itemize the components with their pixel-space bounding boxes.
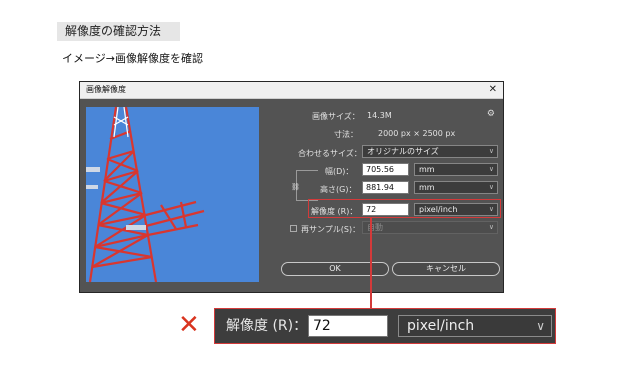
image-size-value: 14.3M	[367, 111, 392, 120]
close-icon[interactable]: ✕	[489, 82, 497, 97]
tower-image	[86, 107, 259, 282]
height-label: 高さ(G)：	[320, 185, 357, 194]
cancel-button[interactable]: キャンセル	[392, 262, 500, 276]
height-input[interactable]: 881.94	[362, 181, 409, 194]
page-subheading: イメージ→画像解像度を確認	[62, 52, 203, 65]
zoom-resolution-unit-value: pixel/inch	[407, 318, 475, 334]
chevron-down-icon: ∨	[488, 183, 494, 191]
resample-label: 再サンプル(S)：	[301, 225, 361, 234]
zoom-resolution-input: 72	[308, 315, 388, 337]
link-bracket-top	[296, 170, 318, 171]
dialog-titlebar: 画像解像度 ✕	[80, 82, 503, 99]
width-unit-select[interactable]: mm ∨	[414, 163, 498, 176]
resample-select: 自動 ∨	[362, 221, 498, 234]
resample-checkbox[interactable]	[290, 225, 297, 232]
fit-label: 合わせるサイズ：	[298, 149, 362, 158]
dialog-title: 画像解像度	[86, 85, 126, 94]
width-label: 幅(D)：	[325, 167, 354, 176]
gear-icon[interactable]: ⚙	[487, 109, 495, 119]
zoom-resolution-label: 解像度 (R)：	[226, 318, 308, 334]
width-input[interactable]: 705.56	[362, 163, 409, 176]
image-size-label: 画像サイズ：	[312, 112, 360, 121]
dimensions-label: 寸法：	[334, 130, 358, 139]
height-unit-select[interactable]: mm ∨	[414, 181, 498, 194]
height-unit-value: mm	[419, 183, 435, 192]
chevron-down-icon: ∨	[488, 223, 494, 231]
resolution-unit-select[interactable]: pixel/inch ∨	[414, 203, 498, 216]
image-preview	[86, 107, 259, 282]
resolution-unit-value: pixel/inch	[419, 205, 458, 214]
resolution-label: 解像度 (R)：	[311, 207, 358, 216]
page-heading: 解像度の確認方法	[57, 22, 180, 41]
callout-connector	[370, 217, 372, 309]
chevron-down-icon: ∨	[488, 147, 494, 155]
zoom-resolution-unit-select: pixel/inch ∨	[398, 315, 552, 337]
chevron-down-icon: ∨	[488, 205, 494, 213]
link-icon[interactable]: ⛓	[291, 183, 300, 191]
resolution-input[interactable]: 72	[362, 203, 409, 216]
chevron-down-icon: ∨	[536, 319, 545, 333]
chevron-down-icon: ∨	[488, 165, 494, 173]
fit-select-value: オリジナルのサイズ	[367, 147, 439, 156]
fit-select[interactable]: オリジナルのサイズ ∨	[362, 145, 498, 158]
width-unit-value: mm	[419, 165, 435, 174]
dimensions-value: 2000 px × 2500 px	[378, 129, 456, 138]
resolution-zoom-callout: 解像度 (R)： 72 pixel/inch ∨	[214, 308, 556, 344]
cross-mark-icon: ✕	[178, 310, 200, 340]
image-size-dialog: 画像解像度 ✕ 画像サイズ： 14.3M ⚙ 寸法： 2000 px × 250…	[79, 81, 504, 293]
ok-button[interactable]: OK	[281, 262, 389, 276]
